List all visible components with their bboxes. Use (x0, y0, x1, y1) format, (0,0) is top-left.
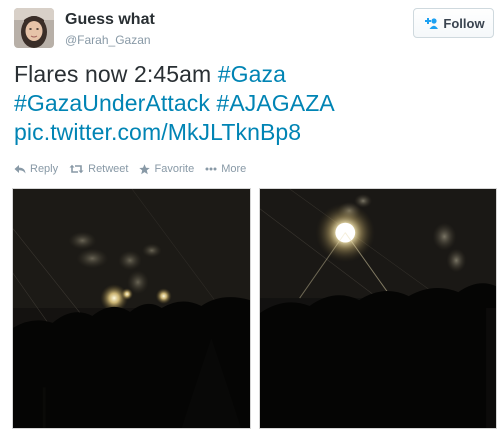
tweet-text: Flares now 2:45am #Gaza #GazaUnderAttack… (14, 60, 484, 147)
retweet-icon (69, 164, 84, 174)
night-flares-photo (13, 189, 250, 428)
tweet-photo-2[interactable] (259, 188, 497, 429)
hashtag-link[interactable]: #AJAGAZA (216, 90, 334, 116)
user-handle[interactable]: @Farah_Gazan (65, 33, 151, 47)
tweet-line-3: pic.twitter.com/MkJLTknBp8 (14, 118, 484, 147)
more-action[interactable]: More (205, 163, 246, 175)
avatar[interactable] (14, 8, 54, 48)
retweet-action[interactable]: Retweet (69, 163, 128, 175)
tweet-plain-text: Flares now 2:45am (14, 61, 218, 87)
tweet-line-2: #GazaUnderAttack #AJAGAZA (14, 89, 484, 118)
more-dots-icon (205, 167, 217, 171)
tweet-photo-1[interactable] (12, 188, 251, 429)
night-flare-photo (260, 189, 496, 428)
tweet-actions: Reply Retweet Favorite More (14, 163, 257, 175)
follow-button-label: Follow (443, 15, 485, 31)
hashtag-link[interactable]: #Gaza (218, 61, 286, 87)
add-user-icon (422, 17, 439, 29)
reply-icon (14, 164, 26, 174)
more-label: More (221, 163, 247, 175)
reply-action[interactable]: Reply (14, 163, 58, 175)
tweet-line-1: Flares now 2:45am #Gaza (14, 60, 484, 89)
follow-button[interactable]: Follow (413, 8, 494, 38)
favorite-action[interactable]: Favorite (139, 163, 194, 175)
favorite-label: Favorite (154, 163, 195, 175)
media-link[interactable]: pic.twitter.com/MkJLTknBp8 (14, 119, 301, 145)
reply-label: Reply (30, 163, 59, 175)
star-icon (139, 163, 151, 175)
display-name[interactable]: Guess what (65, 11, 155, 29)
hashtag-link[interactable]: #GazaUnderAttack (14, 90, 210, 116)
retweet-label: Retweet (88, 163, 129, 175)
